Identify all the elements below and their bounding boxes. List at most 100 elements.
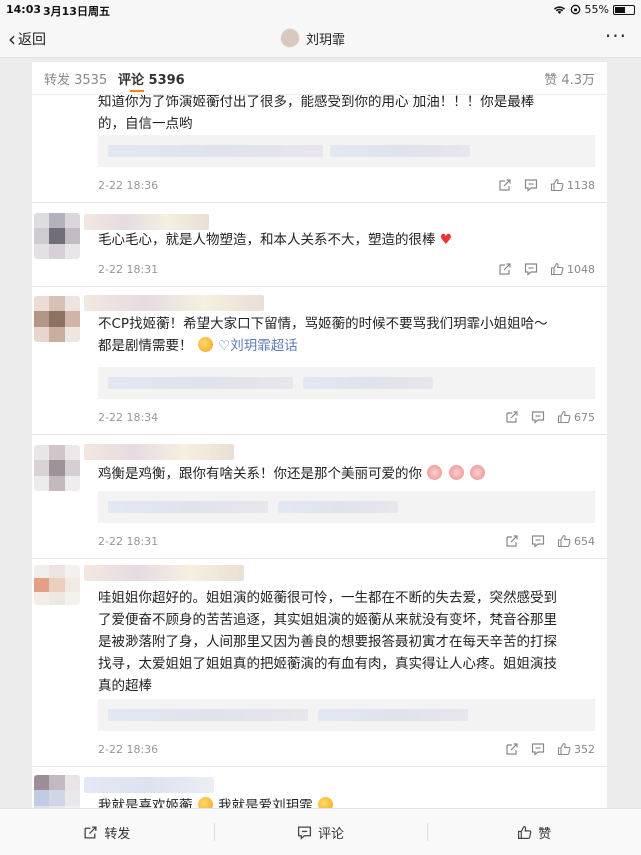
thumbs-up-icon xyxy=(550,262,564,276)
avatar[interactable] xyxy=(34,296,80,342)
back-button[interactable]: ‹ 返回 xyxy=(8,29,46,49)
share-button[interactable] xyxy=(498,262,512,276)
share-icon xyxy=(506,535,518,547)
comment-text-body: 都是剧情需要！ xyxy=(98,338,193,354)
topic-link[interactable]: ♡刘玥霏超话 xyxy=(218,338,298,354)
wifi-icon xyxy=(553,5,565,14)
orientation-lock-icon xyxy=(570,4,580,15)
nav-title[interactable]: 刘玥霏 xyxy=(280,28,345,48)
comment-text: 知道你为了饰演姬蘅付出了很多，能感受到你的用心 加油！！！你是最棒 的，自信一点… xyxy=(98,95,598,135)
comment-text-line: 了爱便奋不顾身的苦苦追逐，其实姐姐演的姬蘅从来就没有变坏，梵音谷那里 xyxy=(98,612,557,628)
like-count: 675 xyxy=(574,410,595,424)
comment-actions: 675 xyxy=(505,410,595,424)
share-button[interactable] xyxy=(505,410,519,424)
comment-text-line: 哇姐姐你超好的。姐姐演的姬蘅很可怜，一生都在不断的失去爱，突然感受到 xyxy=(98,590,557,606)
like-count: 1048 xyxy=(567,262,595,276)
comment-text-line: 不CP找姬蘅！希望大家口下留情，骂姬蘅的时候不要骂我们玥霏小姐姐哈～ xyxy=(98,316,548,332)
share-icon xyxy=(84,826,97,838)
comment-text: 不CP找姬蘅！希望大家口下留情，骂姬蘅的时候不要骂我们玥霏小姐姐哈～ 都是剧情需… xyxy=(98,313,598,357)
comment-item: 鸡衡是鸡衡，跟你有啥关系！你还是那个美丽可爱的你 2-22 18:31 654 xyxy=(32,435,607,559)
comment-text-body: 鸡衡是鸡衡，跟你有啥关系！你还是那个美丽可爱的你 xyxy=(98,466,422,482)
blush-emoji-icon xyxy=(197,337,213,352)
comment-actions: 1138 xyxy=(498,178,595,192)
post-tabs: 转发 3535 评论 5396 赞 4.3万 xyxy=(32,62,607,94)
share-button[interactable] xyxy=(498,178,512,192)
reply-button[interactable] xyxy=(531,410,545,424)
chevron-left-icon: ‹ xyxy=(8,27,16,51)
comment-item: 毛心毛心，就是人物塑造，和本人关系不大，塑造的很棒 ♥ 2-22 18:31 1… xyxy=(32,203,607,287)
avatar[interactable] xyxy=(34,445,80,491)
reply-button[interactable] xyxy=(524,178,538,192)
comment-text-line: 知道你为了饰演姬蘅付出了很多，能感受到你的用心 加油！！！你是最棒 xyxy=(98,95,535,110)
reply-button[interactable] xyxy=(531,534,545,548)
thumbs-up-icon xyxy=(518,825,532,839)
username[interactable] xyxy=(84,444,234,460)
avatar[interactable] xyxy=(34,213,80,259)
comment-text-line: 是被渺落附了身，人间那里又因为善良的想要报答聂初寅才在每天辛苦的打探 xyxy=(98,634,557,650)
like-button[interactable]: 赞 xyxy=(427,809,641,855)
share-button[interactable] xyxy=(505,742,519,756)
smug-emoji-icon xyxy=(197,797,213,808)
reply-preview[interactable] xyxy=(98,491,595,523)
comment-icon xyxy=(297,826,312,840)
like-button[interactable]: 352 xyxy=(557,742,595,756)
comment-item: 哇姐姐你超好的。姐姐演的姬蘅很可怜，一生都在不断的失去爱，突然感受到 了爱便奋不… xyxy=(32,559,607,767)
thumbs-up-icon xyxy=(550,178,564,192)
share-button[interactable] xyxy=(505,534,519,548)
reply-button[interactable] xyxy=(524,262,538,276)
comment-text-body: 我就是喜欢姬蘅 xyxy=(98,798,193,808)
username[interactable] xyxy=(84,295,264,311)
tab-forward[interactable]: 转发 3535 xyxy=(44,69,107,88)
comment-text: 我就是喜欢姬蘅 我就是爱刘玥霏 xyxy=(98,795,598,808)
reply-preview[interactable] xyxy=(98,367,595,399)
comment-time: 2-22 18:34 xyxy=(98,411,159,424)
battery-percent: 55% xyxy=(584,3,609,16)
comment-list: 知道你为了饰演姬蘅付出了很多，能感受到你的用心 加油！！！你是最棒 的，自信一点… xyxy=(32,95,607,808)
username[interactable] xyxy=(84,565,244,581)
bottom-action-bar: 转发 评论 赞 xyxy=(0,808,641,855)
battery-icon xyxy=(613,4,635,15)
thumbs-up-icon xyxy=(557,410,571,424)
like-button[interactable]: 1138 xyxy=(550,178,595,192)
like-button[interactable]: 675 xyxy=(557,410,595,424)
comment-button[interactable]: 评论 xyxy=(213,809,428,855)
crying-emoji-icon xyxy=(469,465,485,480)
comment-icon xyxy=(524,263,538,276)
like-button[interactable]: 654 xyxy=(557,534,595,548)
comment-icon xyxy=(531,411,545,424)
status-time: 14:03 xyxy=(6,3,42,16)
thumbs-up-icon xyxy=(557,742,571,756)
avatar[interactable] xyxy=(34,775,80,808)
status-indicators: 55% xyxy=(553,3,635,16)
tab-comments[interactable]: 评论 5396 xyxy=(118,69,185,88)
tab-likes[interactable]: 赞 4.3万 xyxy=(544,69,595,88)
more-button[interactable]: ··· xyxy=(605,24,627,48)
like-label: 赞 xyxy=(538,826,552,842)
comment-actions: 352 xyxy=(505,742,595,756)
comment-text-body: 我就是爱刘玥霏 xyxy=(218,798,313,808)
nav-bar: ‹ 返回 刘玥霏 ··· xyxy=(0,20,641,58)
reply-button[interactable] xyxy=(531,742,545,756)
forward-button[interactable]: 转发 xyxy=(0,809,214,855)
comment-item: 不CP找姬蘅！希望大家口下留情，骂姬蘅的时候不要骂我们玥霏小姐姐哈～ 都是剧情需… xyxy=(32,287,607,435)
forward-label: 转发 xyxy=(104,826,131,842)
blush-emoji-icon xyxy=(317,797,333,808)
username[interactable] xyxy=(84,214,209,230)
avatar xyxy=(280,28,300,48)
avatar[interactable] xyxy=(34,565,80,605)
comment-icon xyxy=(524,179,538,192)
comment-item: 知道你为了饰演姬蘅付出了很多，能感受到你的用心 加油！！！你是最棒 的，自信一点… xyxy=(32,95,607,203)
comment-text: 鸡衡是鸡衡，跟你有啥关系！你还是那个美丽可爱的你 xyxy=(98,463,598,485)
comment-text: 毛心毛心，就是人物塑造，和本人关系不大，塑造的很棒 ♥ xyxy=(98,229,598,251)
crying-emoji-icon xyxy=(448,465,464,480)
share-icon xyxy=(499,179,511,191)
reply-preview[interactable] xyxy=(98,699,595,731)
username[interactable] xyxy=(84,777,214,793)
comment-actions: 654 xyxy=(505,534,595,548)
like-button[interactable]: 1048 xyxy=(550,262,595,276)
crying-emoji-icon xyxy=(427,465,443,480)
comment-text-body: 毛心毛心，就是人物塑造，和本人关系不大，塑造的很棒 xyxy=(98,232,436,248)
reply-preview[interactable] xyxy=(98,135,595,167)
comment-time: 2-22 18:31 xyxy=(98,263,159,276)
comment-icon xyxy=(531,743,545,756)
